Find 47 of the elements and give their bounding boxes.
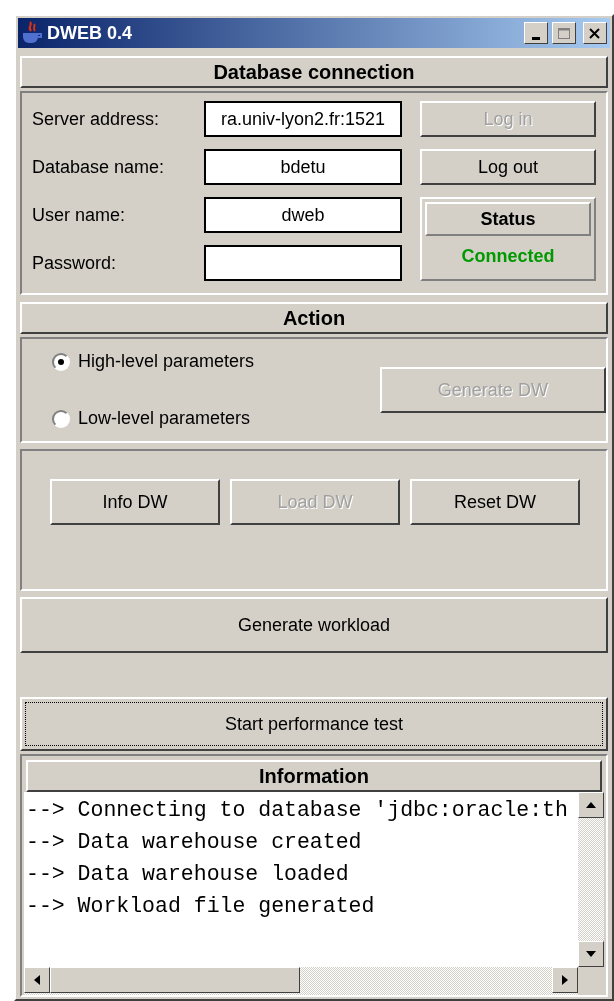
window-title: DWEB 0.4 <box>47 21 133 45</box>
scroll-up-button[interactable] <box>578 792 604 818</box>
input-field[interactable]: dweb <box>204 197 402 233</box>
section-header: Action <box>20 302 608 334</box>
maximize-button[interactable] <box>552 22 576 44</box>
radio-option[interactable]: Low-level parameters <box>52 405 350 432</box>
radio-button[interactable] <box>52 352 70 371</box>
radio-option[interactable]: High-level parameters <box>52 348 350 375</box>
logout-button[interactable]: Log out <box>420 149 596 185</box>
minimize-icon <box>532 36 540 40</box>
status-text: Connected <box>460 244 556 268</box>
minimize-button[interactable] <box>524 22 548 44</box>
radio-label: High-level parameters <box>78 350 255 373</box>
radio-label: Low-level parameters <box>78 407 251 430</box>
maximize-icon <box>556 25 572 41</box>
input-field[interactable] <box>204 245 402 281</box>
log-line: --> Workload file generated <box>26 893 376 920</box>
log-line: --> Data warehouse loaded <box>26 861 350 888</box>
scroll-down-button[interactable] <box>578 941 604 967</box>
log-line: --> Data warehouse created <box>26 829 363 856</box>
field-label: User name: <box>32 203 127 227</box>
generate-workload-button[interactable]: Generate workload <box>20 597 608 653</box>
field-label: Database name: <box>32 155 166 179</box>
horizontal-scrollbar[interactable] <box>24 967 578 995</box>
left-arrow-icon <box>33 974 41 986</box>
section-header: Database connection <box>20 56 608 88</box>
input-field[interactable]: bdetu <box>204 149 402 185</box>
down-arrow-icon <box>585 950 597 958</box>
close-button[interactable] <box>583 22 607 44</box>
up-arrow-icon <box>585 801 597 809</box>
scroll-left-button[interactable] <box>24 967 50 993</box>
status-header: Status <box>425 202 591 236</box>
radio-button[interactable] <box>52 409 70 428</box>
section-header: Information <box>26 760 602 792</box>
log-line: --> Connecting to database 'jdbc:oracle:th <box>26 797 569 824</box>
scroll-thumb[interactable] <box>50 967 300 993</box>
scroll-right-button[interactable] <box>552 967 578 993</box>
close-icon <box>587 25 603 41</box>
input-field[interactable]: ra.univ-lyon2.fr:1521 <box>204 101 402 137</box>
right-arrow-icon <box>561 974 569 986</box>
dw-button[interactable]: Info DW <box>50 479 220 525</box>
dw-button[interactable]: Reset DW <box>410 479 580 525</box>
field-label: Password: <box>32 251 118 275</box>
coffee-cup-icon <box>21 21 43 45</box>
vertical-scrollbar[interactable] <box>578 792 604 967</box>
field-label: Server address: <box>32 107 161 131</box>
performance-test-button[interactable]: Start performance test <box>20 697 608 751</box>
